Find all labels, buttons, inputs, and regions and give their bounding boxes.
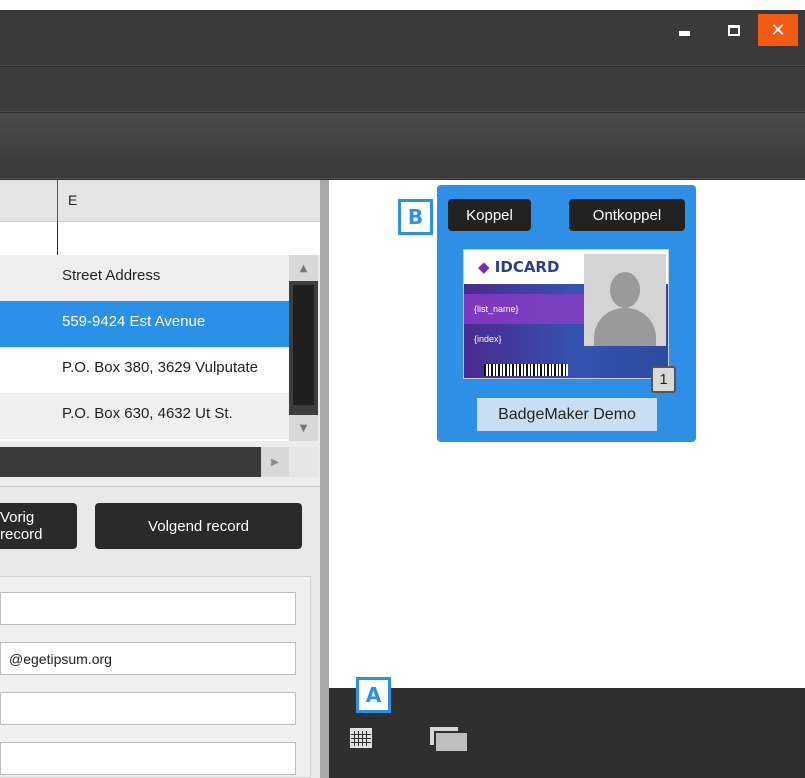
column-divider [57, 222, 58, 255]
form-field[interactable] [0, 742, 296, 775]
scroll-thumb[interactable] [293, 285, 314, 405]
maximize-button[interactable] [714, 14, 754, 46]
table-row[interactable]: Street Address [0, 255, 289, 301]
grid-filter-row[interactable] [0, 222, 320, 255]
menu-bar [0, 67, 805, 112]
callout-label-b: B [398, 199, 433, 235]
stack-view-icon[interactable] [430, 727, 470, 753]
email-field[interactable]: @egetipsum.org [0, 642, 296, 675]
card-count-badge: 1 [651, 366, 676, 393]
grid-view-icon[interactable] [350, 728, 372, 748]
scroll-down-icon[interactable]: ▼ [289, 415, 318, 441]
card-preview[interactable]: ◆ IDCARD {list_name} {index} [463, 249, 669, 379]
data-grid: Street Address 559-9424 Est Avenue P.O. … [0, 255, 289, 441]
form-field[interactable] [0, 592, 296, 625]
column-header-e[interactable]: E [57, 180, 320, 222]
scrollbar-corner [289, 447, 318, 477]
card-field-index: {index} [474, 334, 502, 344]
idcard-logo-mark: ◆ [478, 258, 490, 276]
horizontal-scrollbar[interactable]: ▶ [0, 447, 289, 477]
card-design-name: BadgeMaker Demo [477, 398, 657, 431]
scroll-up-icon[interactable]: ▲ [289, 255, 318, 281]
barcode-icon [484, 364, 568, 376]
view-switcher-bar [329, 688, 805, 778]
close-button[interactable]: ✕ [758, 14, 798, 46]
unlink-button[interactable]: Ontkoppel [569, 199, 685, 231]
link-button[interactable]: Koppel [448, 199, 531, 231]
table-row[interactable]: P.O. Box 630, 4632 Ut St. [0, 393, 289, 439]
callout-label-a: A [356, 677, 391, 713]
vertical-scrollbar[interactable]: ▲ ▼ [289, 255, 318, 441]
minimize-button[interactable] [664, 14, 704, 46]
next-record-button[interactable]: Volgend record [95, 503, 302, 549]
table-row-selected[interactable]: 559-9424 Est Avenue [0, 301, 289, 347]
card-field-list-name: {list_name} [474, 304, 519, 314]
panel-splitter[interactable] [320, 180, 329, 778]
idcard-logo-text: IDCARD [494, 258, 560, 276]
grid-header: E [0, 180, 320, 222]
maximize-icon [728, 24, 740, 36]
title-bar-top-strip [0, 0, 805, 10]
previous-record-button[interactable]: Vorig record [0, 503, 77, 549]
ribbon-toolbar [0, 113, 805, 179]
idcard-logo: ◆ IDCARD [478, 258, 559, 276]
form-field[interactable] [0, 692, 296, 725]
minimize-icon [678, 30, 690, 36]
table-row[interactable]: P.O. Box 380, 3629 Vulputate [0, 347, 289, 393]
scroll-right-icon[interactable]: ▶ [261, 447, 289, 477]
close-icon: ✕ [770, 19, 786, 41]
avatar-head-icon [610, 272, 640, 308]
